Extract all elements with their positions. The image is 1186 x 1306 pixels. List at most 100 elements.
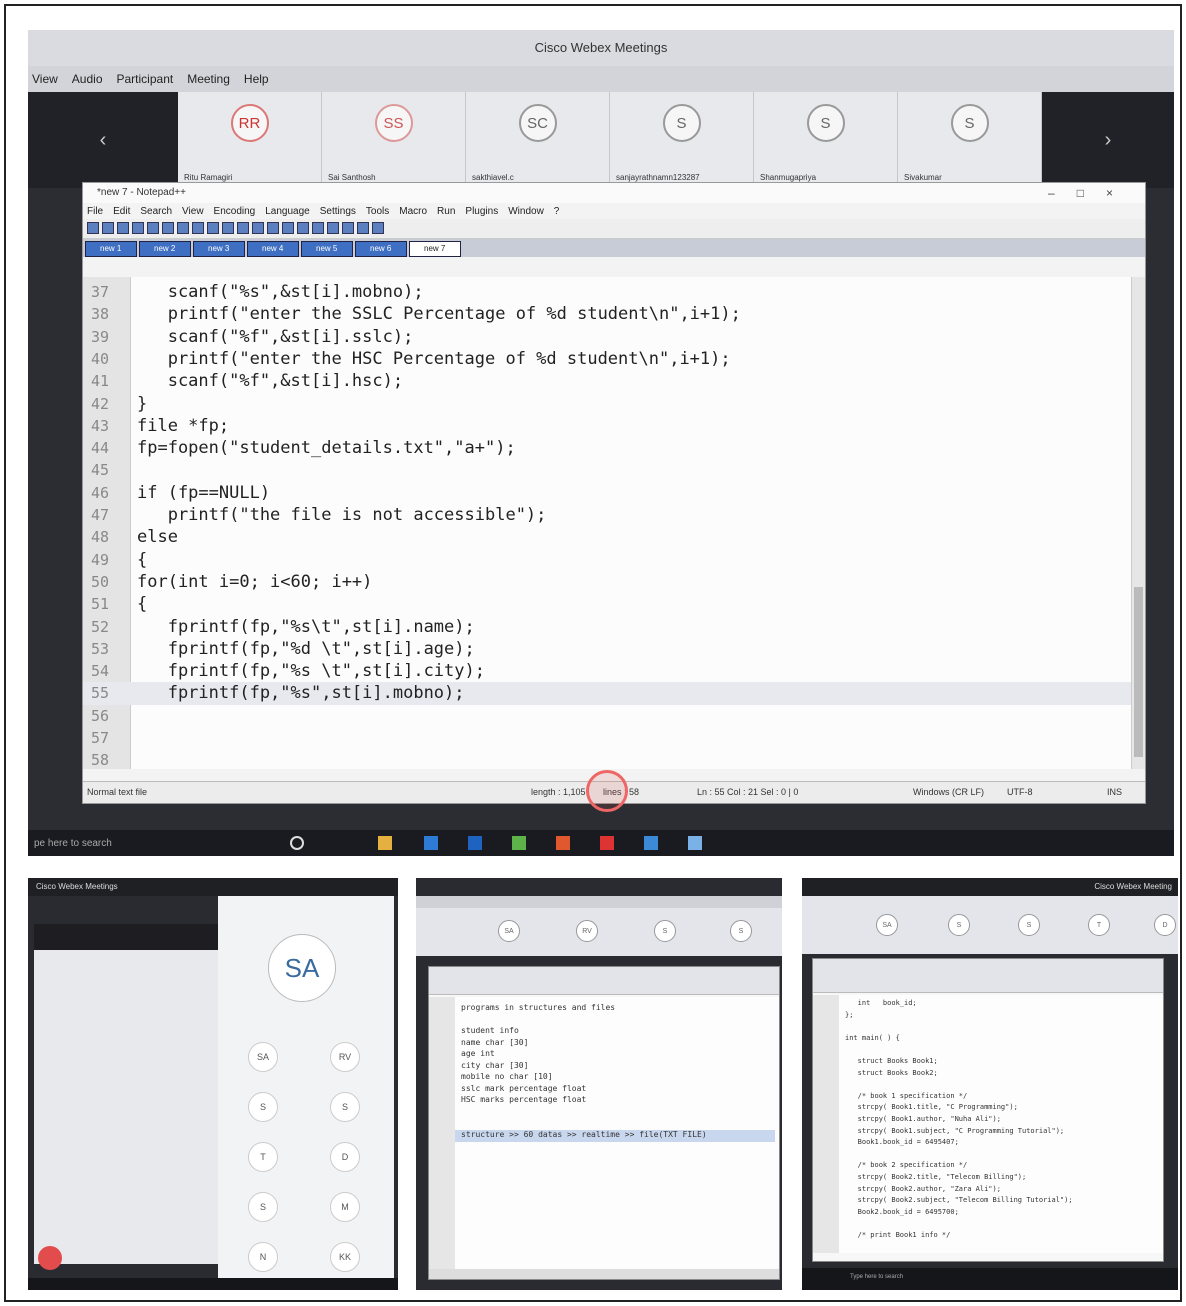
menu-view[interactable]: View <box>182 206 204 217</box>
chrome-icon[interactable] <box>600 836 614 850</box>
code-editor[interactable]: programs in structures and files student … <box>429 997 779 1269</box>
menu-audio[interactable]: Audio <box>72 72 103 86</box>
edge-icon[interactable] <box>424 836 438 850</box>
new-file-icon[interactable] <box>87 222 99 234</box>
code-line[interactable]: 56 <box>83 705 1133 728</box>
menu-window[interactable]: Window <box>508 206 544 217</box>
menu-view[interactable]: View <box>32 72 58 86</box>
notepad-icon[interactable] <box>688 836 702 850</box>
redo-icon[interactable] <box>237 222 249 234</box>
code-line[interactable]: 42} <box>83 393 1133 416</box>
menu-help[interactable]: ? <box>554 206 560 217</box>
find-icon[interactable] <box>252 222 264 234</box>
code-line[interactable]: 48 else <box>83 526 1133 549</box>
code-line[interactable]: 45 <box>83 459 1133 482</box>
participant-tile[interactable]: SS Sai Santhosh <box>322 92 466 188</box>
copy-icon[interactable] <box>192 222 204 234</box>
app-icon[interactable] <box>556 836 570 850</box>
code-text: printf("enter the HSC Percentage of %d s… <box>137 348 731 369</box>
code-line[interactable]: 38 printf("enter the SSLC Percentage of … <box>83 303 1133 326</box>
code-line[interactable]: 51 { <box>83 593 1133 616</box>
code-line[interactable]: 54 fprintf(fp,"%s \t",st[i].city); <box>83 660 1133 683</box>
menu-file[interactable]: File <box>87 206 103 217</box>
menu-run[interactable]: Run <box>437 206 455 217</box>
code-text: file *fp; <box>137 415 230 436</box>
code-line[interactable]: 43 file *fp; <box>83 415 1133 438</box>
code-line[interactable]: 44 fp=fopen("student_details.txt","a+"); <box>83 437 1133 460</box>
cortana-icon[interactable] <box>290 836 304 850</box>
cut-icon[interactable] <box>177 222 189 234</box>
notepad-header <box>813 959 1163 993</box>
tab-new-3[interactable]: new 3 <box>193 241 245 257</box>
code-line[interactable]: 57 <box>83 727 1133 750</box>
scrollbar-thumb[interactable] <box>1134 587 1143 757</box>
menu-edit[interactable]: Edit <box>113 206 130 217</box>
record-macro-icon[interactable] <box>342 222 354 234</box>
code-editor[interactable]: 37 scanf("%s",&st[i].mobno); 38 printf("e… <box>83 277 1133 769</box>
participant-tile[interactable]: S Sivakumar <box>898 92 1042 188</box>
menu-macro[interactable]: Macro <box>399 206 427 217</box>
tab-new-4[interactable]: new 4 <box>247 241 299 257</box>
save-icon[interactable] <box>117 222 129 234</box>
vertical-scrollbar[interactable] <box>1131 277 1145 769</box>
menu-help[interactable]: Help <box>244 72 269 86</box>
save-all-icon[interactable] <box>132 222 144 234</box>
code-line[interactable]: 41 scanf("%f",&st[i].hsc); <box>83 370 1133 393</box>
menu-encoding[interactable]: Encoding <box>214 206 256 217</box>
participant-tile[interactable]: SC sakthiavel.c <box>466 92 610 188</box>
tab-new-5[interactable]: new 5 <box>301 241 353 257</box>
zoom-in-icon[interactable] <box>282 222 294 234</box>
code-line[interactable]: 40 printf("enter the HSC Percentage of %… <box>83 348 1133 371</box>
code-line[interactable]: 50 for(int i=0; i<60; i++) <box>83 571 1133 594</box>
code-editor[interactable]: int book_id;}; int main( ) { struct Books… <box>813 995 1163 1253</box>
play-macro-icon[interactable] <box>372 222 384 234</box>
code-line[interactable]: 55 fprintf(fp,"%s",st[i].mobno); <box>83 682 1133 706</box>
participant-tile[interactable]: Ssanjayrathnamn123287 <box>610 92 754 188</box>
zoom-out-icon[interactable] <box>297 222 309 234</box>
paste-icon[interactable] <box>207 222 219 234</box>
indent-guide-icon[interactable] <box>327 222 339 234</box>
avatar: SS <box>374 104 413 142</box>
menu-participant[interactable]: Participant <box>117 72 174 86</box>
next-participants-button[interactable]: › <box>1042 92 1174 188</box>
participant-tile[interactable]: RR Ritu Ramagiri <box>178 92 322 188</box>
code-line: struct Books Book1; <box>845 1057 938 1065</box>
prev-participants-button[interactable]: ‹ <box>28 92 178 188</box>
code-line[interactable]: 58 <box>83 749 1133 772</box>
open-file-icon[interactable] <box>102 222 114 234</box>
print-icon[interactable] <box>162 222 174 234</box>
replace-icon[interactable] <box>267 222 279 234</box>
code-line[interactable]: 39 scanf("%f",&st[i].sslc); <box>83 326 1133 349</box>
taskbar-search[interactable]: pe here to search <box>34 838 112 849</box>
tab-new-1[interactable]: new 1 <box>85 241 137 257</box>
code-line[interactable]: 53 fprintf(fp,"%d \t",st[i].age); <box>83 638 1133 661</box>
minimize-icon[interactable]: – <box>1048 186 1077 200</box>
close-icon[interactable]: × <box>1106 186 1135 200</box>
undo-icon[interactable] <box>222 222 234 234</box>
tab-new-7[interactable]: new 7 <box>409 241 461 257</box>
menu-search[interactable]: Search <box>140 206 172 217</box>
code-line[interactable]: 47 printf("the file is not accessible"); <box>83 504 1133 527</box>
tab-new-6[interactable]: new 6 <box>355 241 407 257</box>
code-line[interactable]: 52 fprintf(fp,"%s\t",st[i].name); <box>83 616 1133 639</box>
menu-language[interactable]: Language <box>265 206 310 217</box>
menu-plugins[interactable]: Plugins <box>465 206 498 217</box>
menu-tools[interactable]: Tools <box>366 206 389 217</box>
stop-macro-icon[interactable] <box>357 222 369 234</box>
tab-new-2[interactable]: new 2 <box>139 241 191 257</box>
menu-settings[interactable]: Settings <box>320 206 356 217</box>
participant-tile[interactable]: S Shanmugapriya <box>754 92 898 188</box>
file-explorer-icon[interactable] <box>378 836 392 850</box>
maximize-icon[interactable]: □ <box>1077 186 1106 200</box>
length-readout: length : 1,105 <box>531 787 586 797</box>
close-file-icon[interactable] <box>147 222 159 234</box>
app-icon[interactable] <box>512 836 526 850</box>
code-line[interactable]: 46 if (fp==NULL) <box>83 482 1133 505</box>
windows-taskbar[interactable]: Type here to search <box>802 1268 1178 1290</box>
menu-meeting[interactable]: Meeting <box>187 72 230 86</box>
code-line[interactable]: 49 { <box>83 549 1133 572</box>
store-icon[interactable] <box>468 836 482 850</box>
code-line[interactable]: 37 scanf("%s",&st[i].mobno); <box>83 281 1133 304</box>
webex-icon[interactable] <box>644 836 658 850</box>
wrap-icon[interactable] <box>312 222 324 234</box>
